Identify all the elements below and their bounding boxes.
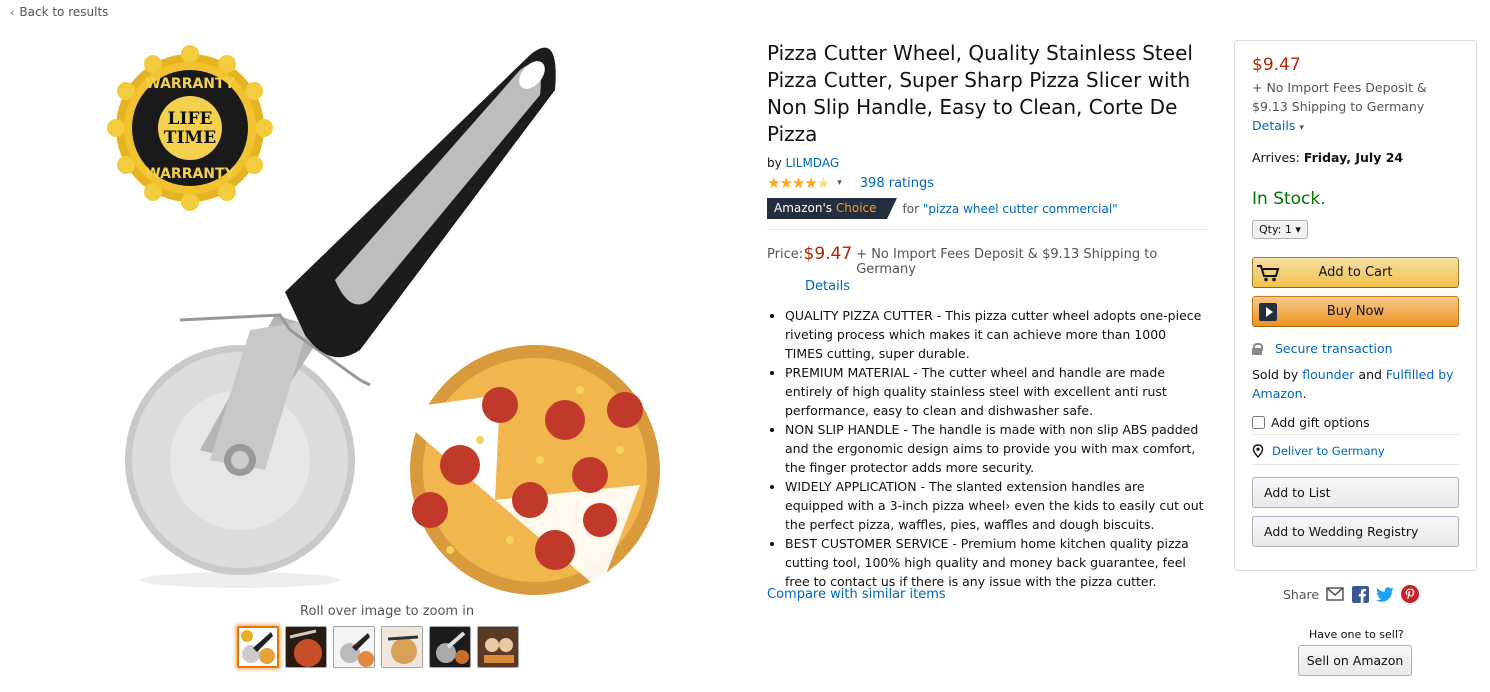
- deliver-to[interactable]: Deliver to Germany: [1252, 444, 1459, 458]
- play-icon: [1253, 297, 1283, 326]
- feature-bullet: WIDELY APPLICATION - The slanted extensi…: [785, 477, 1207, 534]
- badge-top-text: WARRANTY: [145, 76, 235, 92]
- choice-label-1: Amazon's: [774, 201, 833, 215]
- thumbnail-2[interactable]: [285, 626, 327, 668]
- thumbnail-strip: [237, 626, 519, 668]
- price-value: $9.47: [803, 244, 853, 264]
- chevron-left-icon: ‹: [10, 6, 15, 19]
- zoom-hint: Roll over image to zoom in: [300, 604, 475, 619]
- lock-icon: [1252, 342, 1263, 355]
- buybox-shipping: + No Import Fees Deposit & $9.13 Shippin…: [1252, 78, 1459, 138]
- price-label: Price:: [767, 247, 804, 262]
- quantity-value: Qty: 1: [1259, 223, 1292, 236]
- deliver-link[interactable]: Deliver to Germany: [1272, 444, 1385, 458]
- arrives-label: Arrives:: [1252, 150, 1300, 165]
- thumbnail-6[interactable]: [477, 626, 519, 668]
- divider: [1252, 464, 1459, 465]
- secure-transaction-link[interactable]: Secure transaction: [1275, 341, 1393, 356]
- buybox-details-link[interactable]: Details: [1252, 118, 1295, 133]
- amazons-choice-row: Amazon's Choice for "pizza wheel cutter …: [767, 198, 1207, 219]
- back-to-results-link[interactable]: ‹ Back to results: [10, 5, 108, 19]
- main-product-image[interactable]: WARRANTY LIFE TIME WARRANTY: [100, 30, 700, 610]
- cart-icon: [1253, 258, 1283, 287]
- thumbnail-5[interactable]: [429, 626, 471, 668]
- pizza-illustration: [390, 345, 660, 595]
- brand-link[interactable]: LILMDAG: [786, 156, 840, 170]
- share-label: Share: [1283, 586, 1320, 602]
- price-shipping: + No Import Fees Deposit & $9.13 Shippin…: [856, 247, 1158, 277]
- thumbnail-3[interactable]: [333, 626, 375, 668]
- divider: [1252, 434, 1459, 435]
- seller-link[interactable]: flounder: [1302, 367, 1354, 382]
- star-rating-icon[interactable]: ★★★★★: [767, 174, 830, 192]
- buybox-price: $9.47: [1252, 55, 1301, 75]
- chevron-down-icon: ▾: [1295, 223, 1301, 236]
- divider: [767, 229, 1207, 230]
- feature-bullet: QUALITY PIZZA CUTTER - This pizza cutter…: [785, 306, 1207, 363]
- sold-by-prefix: Sold by: [1252, 367, 1299, 382]
- buybox-shipping-text: + No Import Fees Deposit & $9.13 Shippin…: [1252, 80, 1427, 114]
- pinterest-icon[interactable]: [1401, 585, 1420, 603]
- add-to-cart-button[interactable]: Add to Cart: [1252, 257, 1459, 288]
- feature-bullet: BEST CUSTOMER SERVICE - Premium home kit…: [785, 534, 1207, 591]
- chevron-down-icon[interactable]: ▾: [837, 178, 842, 188]
- badge-life-text: LIFE: [168, 109, 213, 129]
- thumbnail-4[interactable]: [381, 626, 423, 668]
- twitter-icon[interactable]: [1376, 585, 1394, 603]
- location-pin-icon: [1252, 444, 1264, 458]
- add-to-list-button[interactable]: Add to List: [1252, 477, 1459, 508]
- chevron-down-icon[interactable]: ▾: [1299, 123, 1304, 133]
- product-title: Pizza Cutter Wheel, Quality Stainless St…: [767, 41, 1193, 146]
- price-row: Price: $9.47 + No Import Fees Deposit & …: [767, 244, 1207, 277]
- facebook-icon[interactable]: [1351, 585, 1369, 603]
- buy-box: $9.47 + No Import Fees Deposit & $9.13 S…: [1234, 40, 1477, 571]
- sell-on-amazon-button[interactable]: Sell on Amazon: [1298, 645, 1412, 676]
- price-details-link[interactable]: Details: [805, 279, 850, 294]
- warranty-badge: WARRANTY LIFE TIME WARRANTY: [107, 45, 273, 211]
- badge-bottom-text: WARRANTY: [145, 166, 235, 182]
- share-row: Share: [1283, 585, 1420, 603]
- buy-now-label: Buy Now: [1326, 304, 1385, 319]
- sold-by-and: and: [1358, 367, 1382, 382]
- quantity-select[interactable]: Qty: 1 ▾: [1252, 220, 1308, 239]
- badge-time-text: TIME: [164, 128, 216, 148]
- back-label: Back to results: [19, 5, 109, 19]
- feature-bullet: NON SLIP HANDLE - The handle is made wit…: [785, 420, 1207, 477]
- ratings-row: ★★★★★ ▾ 398 ratings: [767, 174, 1207, 192]
- gift-checkbox[interactable]: [1252, 416, 1265, 429]
- choice-for-text: for: [902, 201, 920, 216]
- secure-transaction: Secure transaction: [1252, 341, 1459, 356]
- sell-question: Have one to sell?: [1309, 628, 1404, 641]
- add-to-registry-button[interactable]: Add to Wedding Registry: [1252, 516, 1459, 547]
- byline: by LILMDAG: [767, 156, 1207, 170]
- compare-similar-link[interactable]: Compare with similar items: [767, 587, 946, 602]
- product-details: Pizza Cutter Wheel, Quality Stainless St…: [767, 40, 1207, 591]
- choice-query-link[interactable]: "pizza wheel cutter commercial": [923, 202, 1118, 216]
- buy-now-button[interactable]: Buy Now: [1252, 296, 1459, 327]
- stock-status: In Stock.: [1252, 189, 1326, 209]
- arrival-info: Arrives: Friday, July 24: [1252, 150, 1459, 165]
- add-to-cart-label: Add to Cart: [1318, 265, 1393, 280]
- ratings-link[interactable]: 398 ratings: [860, 176, 934, 191]
- arrives-date: Friday, July 24: [1303, 150, 1404, 165]
- choice-label-2: Choice: [835, 201, 877, 215]
- amazons-choice-badge[interactable]: Amazon's Choice: [767, 198, 897, 219]
- feature-bullet: PREMIUM MATERIAL - The cutter wheel and …: [785, 363, 1207, 420]
- gift-label: Add gift options: [1271, 415, 1370, 430]
- feature-bullets: QUALITY PIZZA CUTTER - This pizza cutter…: [767, 306, 1207, 591]
- thumbnail-1[interactable]: [237, 626, 279, 668]
- gift-options[interactable]: Add gift options: [1252, 415, 1459, 430]
- sold-by: Sold by flounder and Fulfilled by Amazon…: [1252, 367, 1454, 401]
- by-prefix: by: [767, 156, 782, 170]
- email-icon[interactable]: [1326, 585, 1344, 603]
